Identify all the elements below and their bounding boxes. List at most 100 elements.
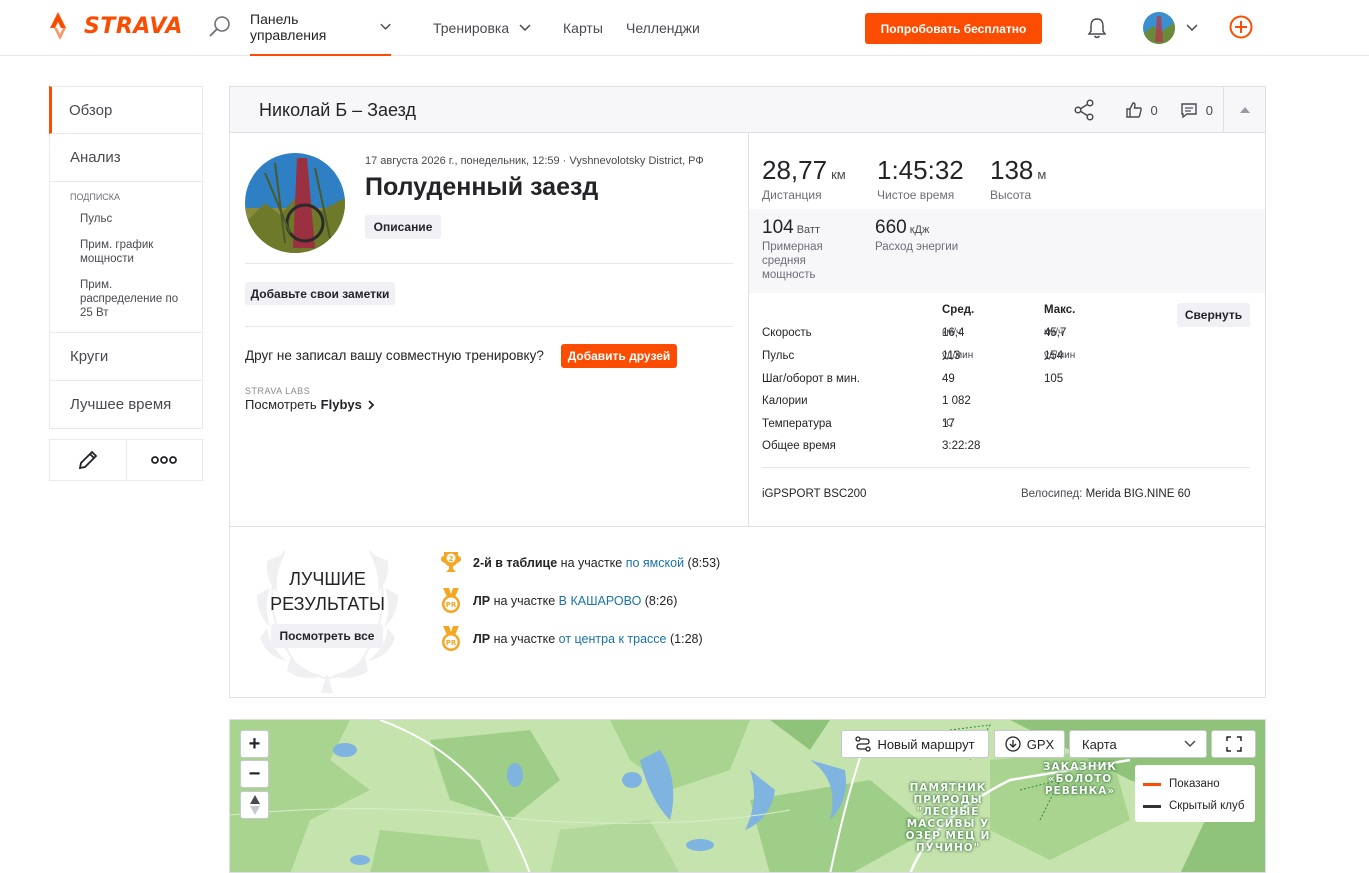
- activity-card-header: Николай Б – Заезд 0 0: [230, 87, 1265, 133]
- comments-count: 0: [1205, 102, 1213, 118]
- search-icon[interactable]: [207, 14, 233, 40]
- pr-medal-icon: PR: [442, 588, 460, 613]
- view-flybys-link[interactable]: Посмотреть Flybys: [245, 397, 375, 412]
- legend-hidden-swatch: [1143, 804, 1161, 808]
- fullscreen-button[interactable]: [1211, 730, 1256, 758]
- table-row: Пульс 113 уд/мин 154 уд/мин: [762, 350, 1162, 372]
- table-row: Калории 1 082: [762, 395, 1162, 417]
- comments-button[interactable]: 0: [1180, 101, 1213, 119]
- nav-training-label: Тренировка: [433, 20, 510, 36]
- add-activity-icon[interactable]: [1229, 15, 1253, 39]
- kudos-button[interactable]: 0: [1125, 101, 1158, 119]
- sidebar-subscription-group: ПОДПИСКА Пульс Прим. график мощности При…: [49, 182, 203, 333]
- best-results-title: ЛУЧШИЕ РЕЗУЛЬТАТЫ: [250, 567, 405, 617]
- nav-challenges-label: Челленджи: [626, 20, 700, 36]
- row-avg-unit: уд/мин: [942, 350, 974, 361]
- zoom-in-button[interactable]: +: [240, 730, 269, 758]
- pr-badge: PR: [446, 639, 457, 647]
- row-avg-unit: ℃: [942, 418, 954, 429]
- map-type-select[interactable]: Карта: [1069, 730, 1207, 758]
- segment-link[interactable]: В КАШАРОВО: [559, 594, 642, 608]
- chevron-down-icon: [380, 23, 391, 30]
- nav-dashboard[interactable]: Панель управления: [250, 0, 391, 56]
- nav-challenges[interactable]: Челленджи: [626, 0, 700, 56]
- try-free-button[interactable]: Попробовать бесплатно: [865, 13, 1042, 44]
- kudos-count: 0: [1150, 102, 1158, 118]
- flyby-bold: Flybys: [320, 397, 362, 412]
- divider: [245, 263, 733, 264]
- stat-elevation: 138 м Высота: [990, 155, 1046, 202]
- achievement-mid: на участке: [557, 556, 626, 570]
- sidebar-item-power-curve[interactable]: Прим. график мощности: [50, 238, 202, 266]
- moving-time-value: 1:45:32: [877, 155, 964, 185]
- row-label: Температура: [762, 418, 832, 430]
- row-avg: 1 082: [942, 395, 971, 407]
- achievement-rank: ЛР: [473, 632, 491, 646]
- table-row: Скорость 16,4 км/ч 45,7 км/ч: [762, 327, 1162, 349]
- more-options-button[interactable]: [125, 440, 203, 480]
- segment-link[interactable]: по ямской: [626, 556, 684, 570]
- download-icon: [1005, 736, 1021, 752]
- share-icon[interactable]: [1073, 99, 1095, 121]
- edit-button[interactable]: [50, 440, 126, 480]
- strava-logo[interactable]: STRAVA: [50, 12, 183, 40]
- strava-chevron-icon: [50, 12, 66, 40]
- pr-badge: PR: [446, 601, 457, 609]
- power-label: Примерная средняя мощность: [762, 241, 823, 281]
- sidebar-item-power-distribution[interactable]: Прим. распределение по 25 Вт: [50, 278, 202, 320]
- sidebar-item-heart-rate[interactable]: Пульс: [50, 212, 202, 226]
- nav-training[interactable]: Тренировка: [433, 0, 531, 56]
- nav-maps-label: Карты: [563, 20, 603, 36]
- add-notes-button[interactable]: Добавьте свои заметки: [245, 282, 395, 305]
- compass-icon: [249, 795, 260, 815]
- stat-distance: 28,77 км Дистанция: [762, 155, 846, 202]
- collapse-stats-button[interactable]: Свернуть: [1177, 303, 1250, 327]
- elevation-label: Высота: [990, 188, 1032, 202]
- energy-value: 660: [875, 217, 907, 238]
- fullscreen-icon: [1225, 736, 1242, 752]
- description-button[interactable]: Описание: [365, 215, 441, 239]
- activity-header-title: Николай Б – Заезд: [259, 100, 416, 120]
- trophy-badge: 2: [449, 555, 454, 563]
- sidebar-item-laps[interactable]: Круги: [49, 333, 203, 381]
- see-all-button[interactable]: Посмотреть все: [271, 624, 383, 648]
- zoom-out-button[interactable]: −: [240, 760, 269, 788]
- divider: [762, 467, 1250, 468]
- sidebar-item-analysis[interactable]: Анализ: [49, 134, 203, 182]
- row-label: Пульс: [762, 350, 795, 362]
- nav-maps[interactable]: Карты: [563, 0, 603, 56]
- collapse-header-button[interactable]: [1223, 87, 1265, 133]
- bell-icon[interactable]: [1086, 16, 1108, 40]
- chevron-down-icon[interactable]: [1186, 24, 1198, 32]
- activity-map[interactable]: + − Новый маршрут GPX Карта ПАМЯТНИК ПРИ…: [229, 719, 1266, 873]
- achievement-mid: на участке: [490, 594, 559, 608]
- segment-link[interactable]: от центра к трассе: [559, 632, 667, 646]
- bike-info: Велосипед: Merida BIG.NINE 60: [1021, 488, 1190, 500]
- new-route-button[interactable]: Новый маршрут: [841, 730, 989, 758]
- compass-button[interactable]: [240, 791, 269, 819]
- map-type-value: Карта: [1082, 736, 1117, 752]
- power-stats: 104 Ватт Примерная средняя мощность 660 кД…: [749, 209, 1265, 293]
- bike-name[interactable]: Merida BIG.NINE 60: [1086, 488, 1191, 500]
- add-friends-button[interactable]: Добавить друзей: [561, 344, 677, 368]
- gpx-label: GPX: [1026, 736, 1055, 752]
- best-results-section: ЛУЧШИЕ РЕЗУЛЬТАТЫ Посмотреть все 2 2-й в…: [230, 526, 1265, 698]
- sidebar-item-overview[interactable]: Обзор: [49, 86, 203, 134]
- legend-shown-label: Показано: [1169, 778, 1220, 790]
- athlete-avatar[interactable]: [245, 153, 345, 253]
- activity-stats: 28,77 км Дистанция 1:45:32 Чистое время 1…: [749, 133, 1265, 526]
- achievement-item: PR ЛР на участке В КАШАРОВО (8:26): [440, 588, 677, 614]
- elevation-value: 138: [990, 155, 1034, 185]
- row-avg-unit: км/ч: [942, 327, 962, 338]
- legend-hidden-label: Скрытый клуб: [1169, 800, 1245, 812]
- bike-label: Велосипед:: [1021, 488, 1083, 500]
- achievement-time: (8:26): [641, 594, 678, 608]
- sidebar-item-best-times[interactable]: Лучшее время: [49, 381, 203, 429]
- row-label: Калории: [762, 395, 808, 407]
- row-max-unit: уд/мин: [1044, 350, 1076, 361]
- user-avatar[interactable]: [1143, 12, 1175, 44]
- achievement-item: PR ЛР на участке от центра к трассе (1:2…: [440, 626, 703, 652]
- row-label: Шаг/оборот в мин.: [762, 373, 860, 385]
- gpx-button[interactable]: GPX: [994, 730, 1065, 758]
- avg-header: Сред.: [942, 304, 975, 316]
